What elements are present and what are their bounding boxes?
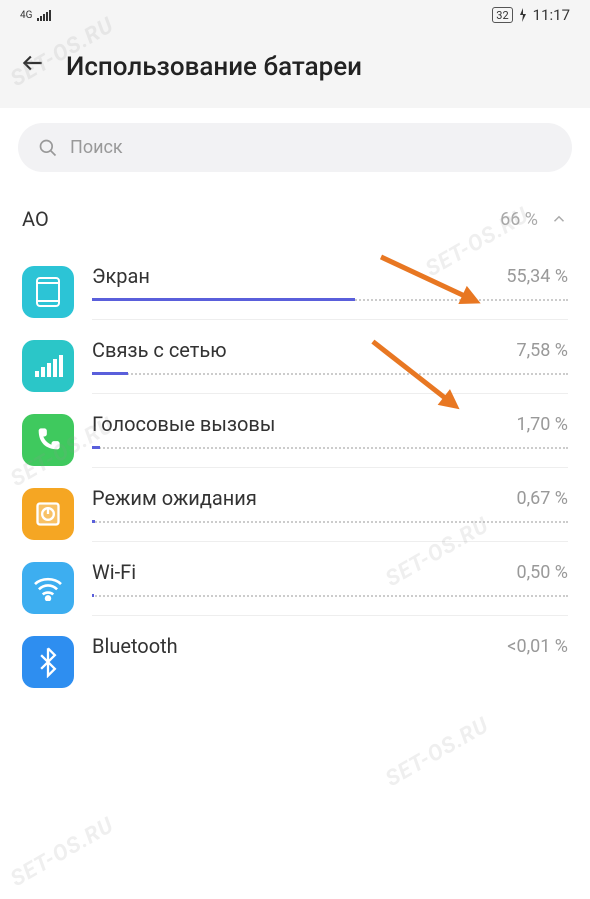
page-title: Использование батареи xyxy=(66,52,362,82)
progress-bar xyxy=(92,298,568,301)
section-percent: 66 % xyxy=(500,209,538,230)
progress-fill xyxy=(92,520,95,523)
progress-fill xyxy=(92,446,100,449)
progress-bar xyxy=(92,446,568,449)
item-value: 0,50 % xyxy=(516,562,568,583)
power-icon xyxy=(22,488,74,540)
item-label: Bluetooth xyxy=(92,634,178,658)
bluetooth-icon xyxy=(22,636,74,688)
section-header[interactable]: АО 66 % xyxy=(0,187,590,246)
progress-bar xyxy=(92,520,568,523)
item-label: Режим ожидания xyxy=(92,486,257,510)
item-value: 1,70 % xyxy=(516,414,568,435)
progress-fill xyxy=(92,298,355,301)
status-left: 4G xyxy=(20,9,53,21)
clock-time: 11:17 xyxy=(533,6,570,24)
progress-bar xyxy=(92,372,568,375)
item-list: Экран 55,34 % Связь с сетью 7,58 % xyxy=(0,246,590,688)
item-value: 0,67 % xyxy=(516,488,568,509)
signal-bars-icon xyxy=(22,340,74,392)
item-standby[interactable]: Режим ожидания 0,67 % xyxy=(0,468,590,542)
signal-icon xyxy=(37,9,53,21)
search-container: Поиск xyxy=(0,108,590,187)
watermark: SET-OS.RU xyxy=(381,713,493,792)
item-network[interactable]: Связь с сетью 7,58 % xyxy=(0,320,590,394)
item-screen[interactable]: Экран 55,34 % xyxy=(0,246,590,320)
item-calls[interactable]: Голосовые вызовы 1,70 % xyxy=(0,394,590,468)
item-wifi[interactable]: Wi-Fi 0,50 % xyxy=(0,542,590,616)
progress-fill xyxy=(92,372,128,375)
progress-bar xyxy=(92,594,568,597)
header: Использование батареи xyxy=(0,30,590,108)
wifi-icon xyxy=(22,562,74,614)
back-button[interactable] xyxy=(20,50,46,83)
item-value: <0,01 % xyxy=(507,636,568,657)
search-placeholder: Поиск xyxy=(70,137,123,158)
search-icon xyxy=(38,138,58,158)
item-value: 55,34 % xyxy=(506,266,568,287)
screen-icon xyxy=(22,266,74,318)
item-value: 7,58 % xyxy=(516,340,568,361)
item-bluetooth[interactable]: Bluetooth <0,01 % xyxy=(0,616,590,688)
item-label: Экран xyxy=(92,264,150,288)
charging-icon xyxy=(519,8,527,22)
item-label: Wi-Fi xyxy=(92,560,136,584)
battery-indicator: 32 xyxy=(492,7,512,23)
item-label: Связь с сетью xyxy=(92,338,227,362)
battery-percent: 32 xyxy=(496,9,508,22)
watermark: SET-OS.RU xyxy=(6,813,118,892)
item-label: Голосовые вызовы xyxy=(92,412,275,436)
search-input[interactable]: Поиск xyxy=(18,123,572,172)
phone-icon xyxy=(22,414,74,466)
status-right: 32 11:17 xyxy=(492,6,570,24)
network-label: 4G xyxy=(20,10,32,21)
section-right: 66 % xyxy=(500,209,568,230)
chevron-up-icon xyxy=(550,210,568,228)
section-label: АО xyxy=(22,207,49,231)
progress-fill xyxy=(92,594,94,597)
status-bar: 4G 32 11:17 xyxy=(0,0,590,30)
